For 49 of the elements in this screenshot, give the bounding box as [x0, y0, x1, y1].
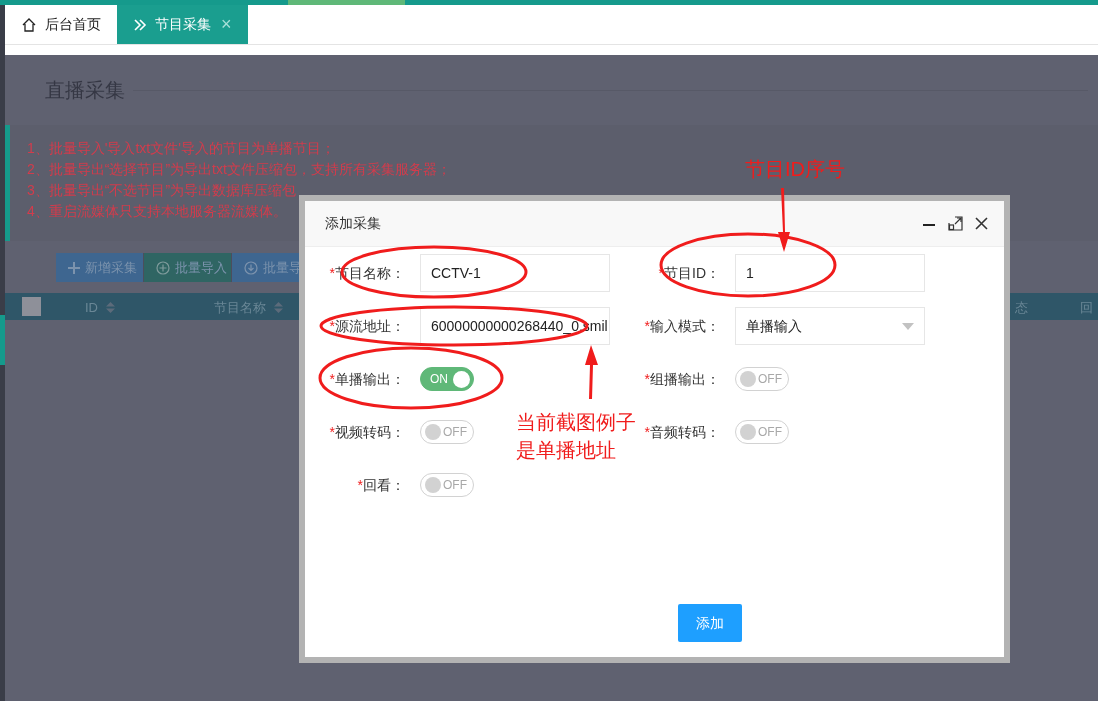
toggle-switch[interactable]: OFF [735, 367, 789, 391]
maximize-icon[interactable] [948, 216, 963, 231]
toggle-switch[interactable]: OFF [420, 473, 474, 497]
plus-icon [68, 261, 80, 274]
field-label: 单播输出： [335, 369, 405, 389]
toggle-switch[interactable]: OFF [420, 420, 474, 444]
field-label: 音频转码： [650, 422, 720, 442]
pointer-arrow [585, 345, 598, 399]
required-mark: * [329, 422, 335, 442]
download-circle-icon [244, 260, 258, 275]
close-icon[interactable] [975, 217, 988, 230]
notice-text: 2、批量导出“选择节目”为导出txt文件压缩包，支持所有采集服务器； [27, 160, 451, 179]
toggle-switch[interactable]: OFF [735, 420, 789, 444]
field-label: 视频转码： [335, 422, 405, 442]
annotation-text: 当前截图例子 [516, 410, 636, 434]
required-mark: * [329, 369, 335, 389]
plus-circle-icon [156, 260, 170, 275]
field-label: 输入模式： [650, 316, 720, 336]
pointer-arrow [778, 188, 790, 252]
dropdown-caret-icon [902, 322, 914, 330]
column-header[interactable]: 节目名称 [214, 298, 283, 318]
notice-text: 3、批量导出“不选节目”为导出数据库压缩包 [27, 181, 297, 200]
required-mark: * [644, 422, 650, 442]
notice-text: 4、重启流媒体只支持本地服务器流媒体。 [27, 202, 287, 221]
add-button[interactable]: 添加 [678, 604, 742, 642]
required-mark: * [329, 263, 335, 283]
double-chevron-icon [133, 17, 147, 32]
required-mark: * [357, 475, 363, 495]
annotation-text: 节目ID序号 [745, 157, 845, 181]
required-mark: * [644, 369, 650, 389]
column-header[interactable]: ID [85, 298, 115, 318]
checkbox[interactable] [22, 297, 41, 316]
input-field[interactable]: CCTV-1 [420, 254, 610, 292]
select-field[interactable]: 单播输入 [735, 307, 925, 345]
field-label: 回看： [363, 475, 405, 495]
field-label: 源流地址： [335, 316, 405, 336]
field-label: 组播输出： [650, 369, 720, 389]
annotation-text: 是单播地址 [516, 438, 616, 462]
tab[interactable]: 节目采集 × [117, 5, 248, 44]
required-mark: * [644, 316, 650, 336]
toolbar-button[interactable]: 新增采集 [56, 253, 144, 282]
dialog-title: 添加采集 [325, 214, 382, 233]
required-mark: * [329, 316, 335, 336]
toolbar-button[interactable]: 批量导入 [144, 253, 232, 282]
input-field[interactable]: 1 [735, 254, 925, 292]
notice-text: 1、批量导入'导入txt文件'导入的节目为单播节目； [27, 139, 335, 158]
home-icon [21, 16, 37, 33]
tab-close-icon[interactable]: × [221, 11, 232, 38]
toggle-switch[interactable]: ON [420, 367, 474, 391]
